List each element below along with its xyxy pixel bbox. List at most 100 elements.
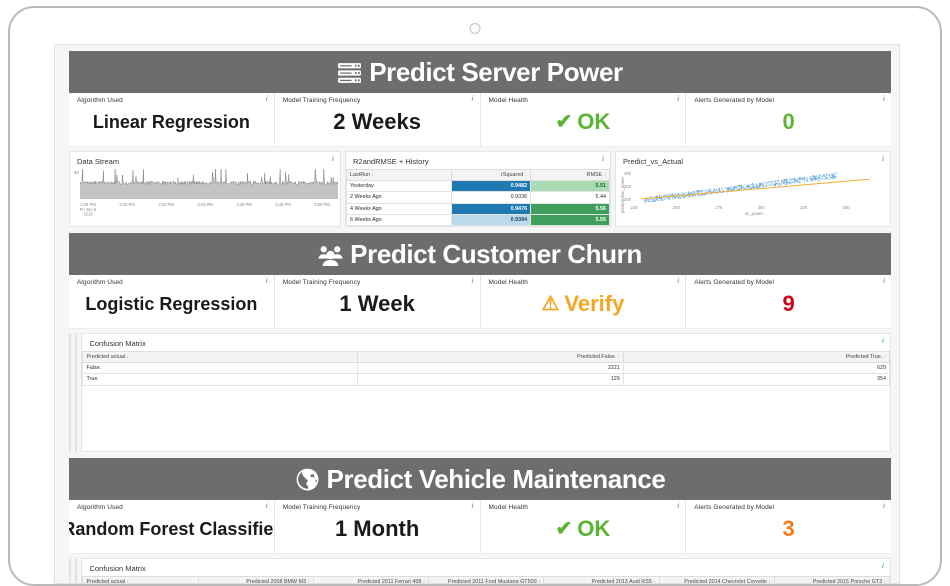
kpi-alerts-generated[interactable]: Alerts Generated by Model i 0 bbox=[686, 93, 891, 146]
info-icon[interactable]: i bbox=[883, 278, 885, 285]
x-axis-label: ac_power bbox=[745, 211, 764, 216]
kpi-algorithm-used[interactable]: Algorithm Used i Logistic Regression bbox=[69, 275, 275, 329]
sort-icon[interactable]: ↕ bbox=[884, 579, 886, 583]
y-tick: 40 bbox=[74, 170, 79, 175]
kpi-label: Model Training Frequency bbox=[282, 504, 361, 512]
section-banner: Predict Vehicle Maintenance bbox=[69, 458, 891, 501]
info-icon[interactable]: i bbox=[882, 563, 884, 570]
sort-icon[interactable]: ↕ bbox=[127, 354, 129, 359]
kpi-value: 3 bbox=[782, 516, 795, 542]
x-tick: 250 bbox=[673, 205, 681, 210]
column-header[interactable]: RMSE ↕ bbox=[530, 168, 610, 182]
kpi-training-frequency[interactable]: Model Training Frequency i 1 Month bbox=[274, 500, 481, 554]
panel-row: Data Stream i 2.43:10 PM3:15 PM3:20 PM3:… bbox=[69, 333, 891, 453]
column-header[interactable]: Predicted actual ↕ bbox=[82, 351, 358, 364]
column-header[interactable]: Predicted 2011 Ford Mustang GT500 ↕ bbox=[428, 576, 545, 583]
info-icon[interactable]: i bbox=[472, 278, 474, 285]
dashboard-canvas: Predict Server Power Algorithm Used i Li… bbox=[69, 45, 891, 584]
info-icon[interactable]: i bbox=[677, 503, 679, 510]
info-icon[interactable]: i bbox=[882, 338, 884, 345]
panel-title: Confusion Matrix bbox=[89, 564, 146, 574]
column-header[interactable]: LastRun ↕ bbox=[346, 168, 453, 182]
table-cell: 0.9476 bbox=[451, 202, 532, 215]
kpi-algorithm-used[interactable]: Algorithm Used i Random Forest Classifie… bbox=[69, 500, 275, 554]
sort-icon[interactable]: ↕ bbox=[525, 172, 527, 177]
section-title: Predict Vehicle Maintenance bbox=[326, 463, 666, 494]
y-tick: 300 bbox=[624, 184, 632, 189]
info-icon[interactable]: i bbox=[332, 156, 334, 163]
column-header[interactable]: Predicted True. ↕ bbox=[622, 351, 891, 364]
kpi-label: Model Health bbox=[488, 504, 528, 512]
info-icon[interactable]: i bbox=[472, 96, 474, 103]
column-header[interactable]: Predicted actual ↕ bbox=[82, 576, 199, 583]
panel-row: Data Stream i 750500250 Classification M… bbox=[69, 558, 891, 584]
sort-icon[interactable]: ↕ bbox=[769, 579, 771, 583]
info-icon[interactable]: i bbox=[472, 503, 474, 510]
sort-icon[interactable]: ↕ bbox=[538, 579, 540, 583]
panel-title: Data Stream bbox=[70, 559, 71, 576]
kpi-value: ✔ OK bbox=[555, 516, 611, 542]
column-header[interactable]: rSquared ↕ bbox=[451, 168, 532, 182]
kpi-model-health[interactable]: Model Health i ✔ OK bbox=[480, 93, 687, 146]
info-icon[interactable]: i bbox=[677, 96, 679, 103]
table-row[interactable]: Yesterday 0.9482 5.51 bbox=[346, 180, 610, 193]
info-icon[interactable]: i bbox=[677, 278, 679, 285]
section-title: Predict Server Power bbox=[369, 56, 623, 87]
kpi-value: Random Forest Classifier bbox=[69, 518, 275, 539]
table-row[interactable]: 6 Weeks Ago 0.9394 5.55 bbox=[346, 213, 610, 227]
sort-icon[interactable]: ↕ bbox=[308, 579, 310, 583]
row-label: 4 Weeks Ago bbox=[346, 202, 453, 215]
info-icon[interactable]: i bbox=[882, 156, 884, 163]
info-icon[interactable]: i bbox=[266, 503, 268, 510]
row-label: False. bbox=[82, 362, 358, 375]
table-row[interactable]: 4 Weeks Ago 0.9476 5.56 bbox=[346, 202, 610, 215]
kpi-alerts-generated[interactable]: Alerts Generated by Model i 9 bbox=[686, 275, 891, 329]
info-icon[interactable]: i bbox=[266, 96, 268, 103]
sort-icon[interactable]: ↕ bbox=[423, 579, 425, 583]
y-axis-label: predicted/ac_power bbox=[620, 176, 625, 213]
info-icon[interactable]: i bbox=[883, 96, 885, 103]
x-tick: 3:42 PM bbox=[158, 202, 174, 207]
kpi-model-health[interactable]: Model Health i ✔ OK bbox=[480, 500, 687, 554]
panel-classification-matrix: Classification Matrix + History i LastRu… bbox=[75, 333, 78, 453]
data-table: LastRun ↕accuracy ↕precision ↕recall ↕f1… bbox=[76, 351, 77, 451]
panel-title: R2andRMSE + History bbox=[353, 157, 429, 166]
column-header[interactable]: Predicted 2011 Ferrari 458 ↕ bbox=[312, 576, 430, 583]
x-tick: 3:50 PM bbox=[314, 202, 330, 207]
sort-icon[interactable]: ↕ bbox=[618, 354, 620, 359]
kpi-alerts-generated[interactable]: Alerts Generated by Model i 3 bbox=[686, 500, 891, 554]
info-icon[interactable]: i bbox=[266, 278, 268, 285]
panel-r2-rmse: R2andRMSE + History i LastRun ↕ rSquared … bbox=[345, 151, 611, 228]
sort-icon[interactable]: ↕ bbox=[604, 172, 606, 177]
kpi-training-frequency[interactable]: Model Training Frequency i 2 Weeks bbox=[274, 93, 481, 146]
kpi-algorithm-used[interactable]: Algorithm Used i Linear Regression bbox=[69, 93, 275, 146]
kpi-training-frequency[interactable]: Model Training Frequency i 1 Week bbox=[274, 275, 481, 329]
table-row[interactable]: True. 129 354 bbox=[82, 373, 891, 386]
kpi-value: Linear Regression bbox=[92, 111, 250, 132]
panel-title: Confusion Matrix bbox=[89, 339, 146, 349]
kpi-row: Algorithm Used i Linear Regression Model… bbox=[69, 93, 891, 147]
column-header[interactable]: Predicted 2014 Chevrolet Corvette ↕ bbox=[658, 576, 775, 583]
sort-icon[interactable]: ↕ bbox=[884, 354, 886, 359]
column-header[interactable]: Predicted 2013 Audi RS5 ↕ bbox=[543, 576, 660, 583]
x-tick: 275 bbox=[715, 205, 723, 210]
sort-icon[interactable]: ↕ bbox=[372, 172, 374, 177]
column-header[interactable]: Predicted 2015 Porsche GT3 ↕ bbox=[773, 576, 891, 583]
info-icon[interactable]: i bbox=[883, 503, 885, 510]
kpi-label: Alerts Generated by Model bbox=[694, 279, 775, 287]
column-header[interactable]: Predicted False. ↕ bbox=[356, 351, 624, 364]
panel-title: Data Stream bbox=[77, 157, 120, 166]
table-cell: 5.51 bbox=[530, 180, 610, 193]
sort-icon[interactable]: ↕ bbox=[127, 579, 129, 583]
tablet-frame: Predict Server Power Algorithm Used i Li… bbox=[8, 6, 942, 586]
table-row[interactable]: False. 2221 629 bbox=[82, 362, 891, 375]
column-header[interactable]: Predicted 2008 BMW M3 ↕ bbox=[197, 576, 314, 583]
kpi-model-health[interactable]: Model Health i ⚠ Verify bbox=[480, 275, 687, 329]
table-cell: 0.9394 bbox=[451, 213, 532, 227]
table-row[interactable]: 2 Weeks Ago 0.9336 5.44 bbox=[346, 191, 610, 204]
info-icon[interactable]: i bbox=[602, 156, 604, 163]
stream-chart: 750500250 bbox=[70, 576, 71, 584]
row-label: True. bbox=[82, 373, 358, 386]
section-server-power: Predict Server Power Algorithm Used i Li… bbox=[69, 51, 891, 228]
sort-icon[interactable]: ↕ bbox=[653, 579, 655, 583]
